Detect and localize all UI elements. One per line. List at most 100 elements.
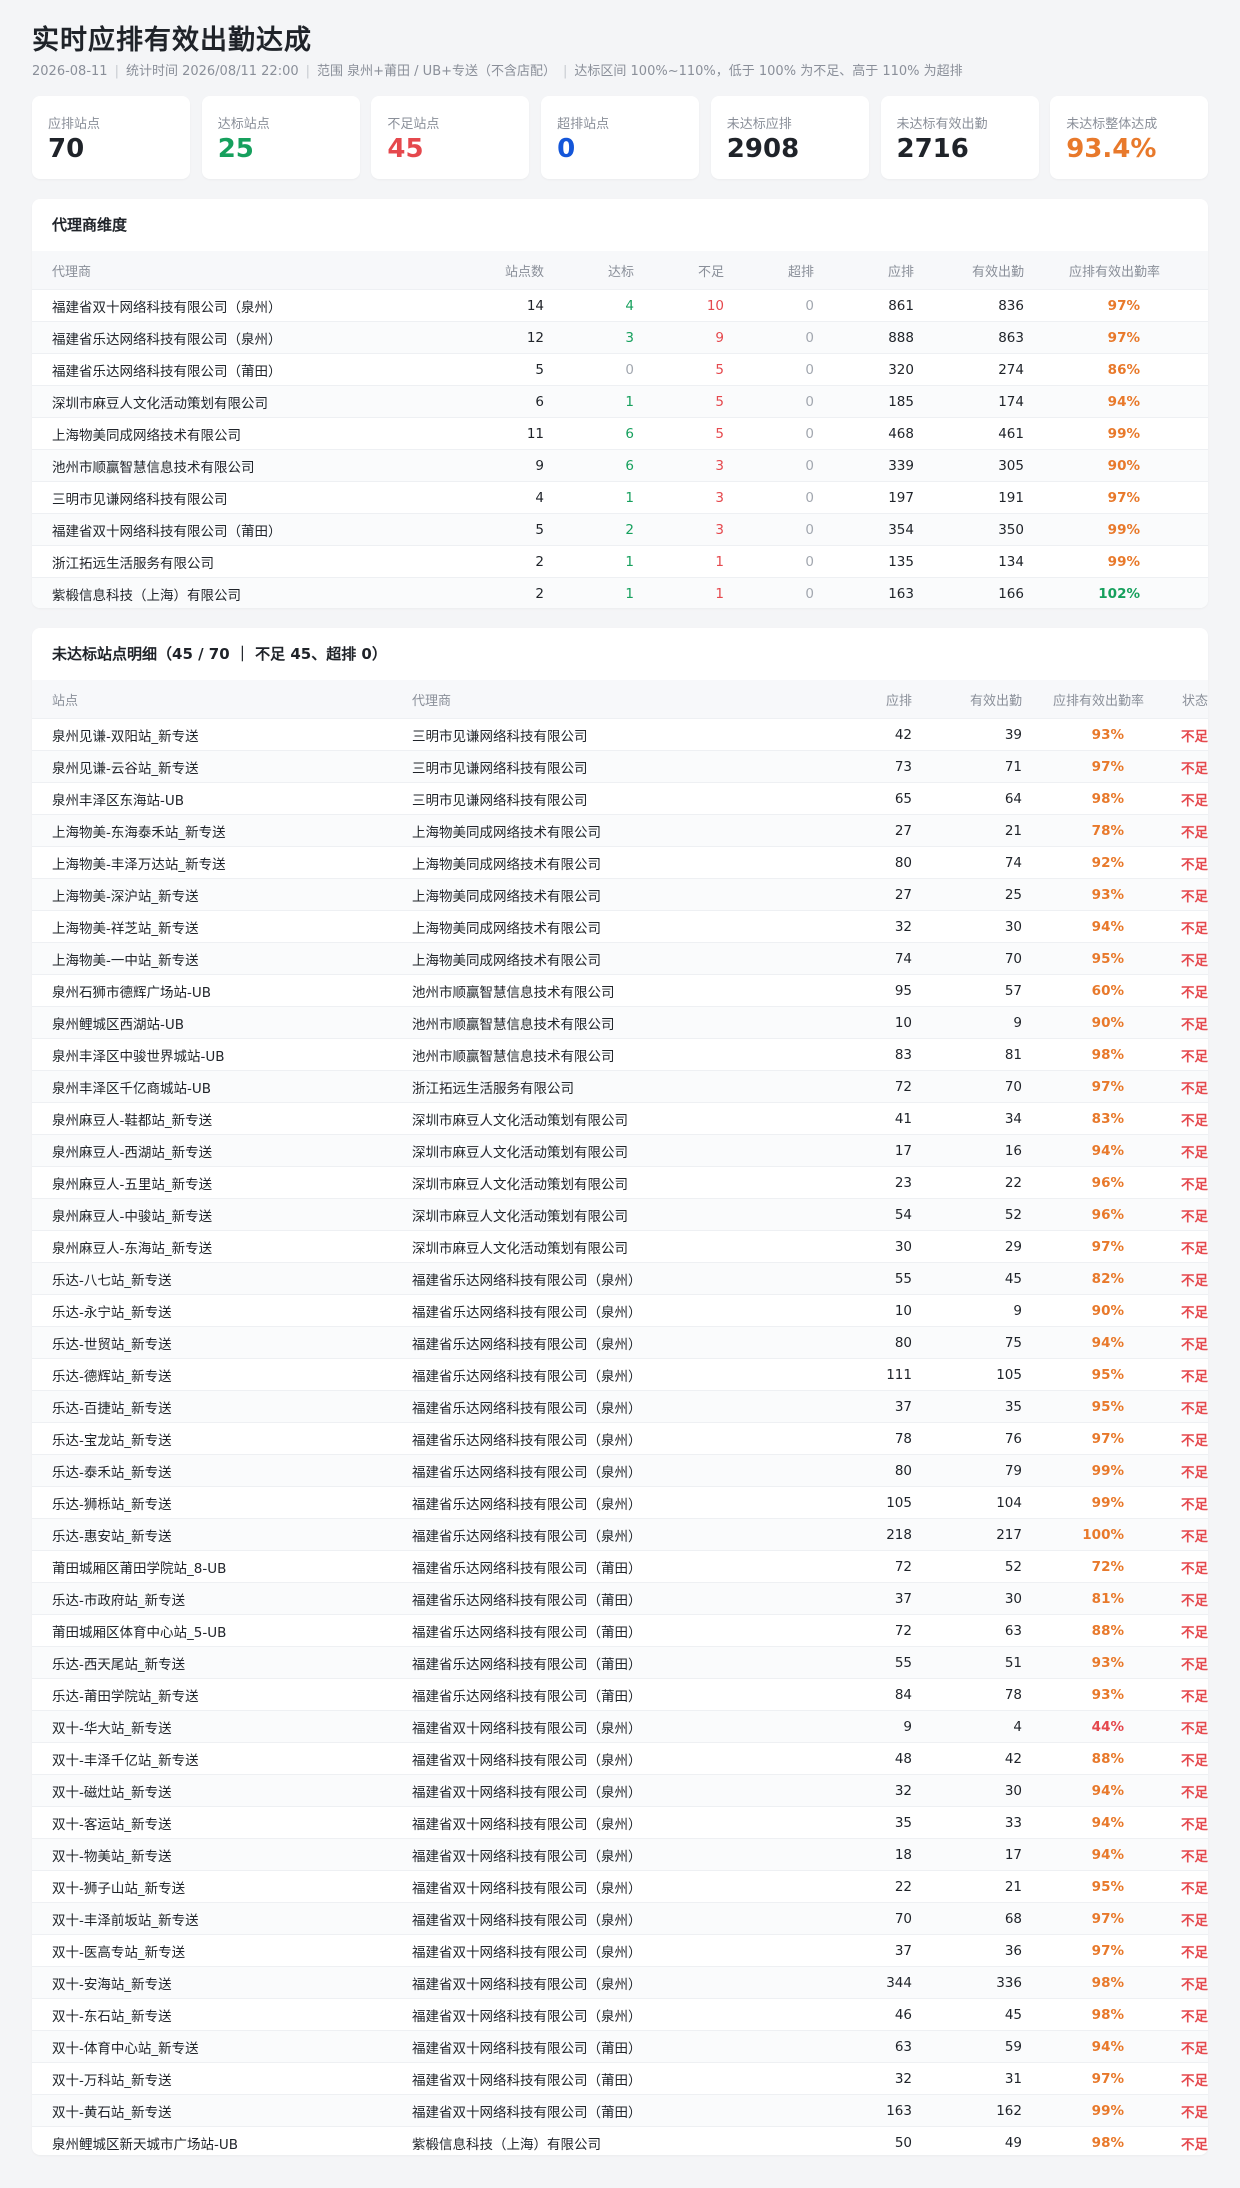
station-cell: 双十-万科站_新专送 (32, 2062, 412, 2095)
station-row: 泉州石狮市德辉广场站-UB 池州市顺赢智慧信息技术有限公司 95 57 60% 不足 (32, 974, 1208, 1007)
agent-cell: 5 (634, 417, 724, 450)
station-cell: 乐达-百捷站_新专送 (32, 1390, 412, 1423)
station-row: 双十-安海站_新专送 福建省双十网络科技有限公司（泉州） 344 336 98% 不足 (32, 1966, 1208, 1999)
station-cell: 97% (1022, 750, 1152, 783)
agent-cell: 9 (432, 449, 544, 482)
station-cell: 福建省乐达网络科技有限公司（莆田） (412, 1678, 792, 1711)
agent-cell: 浙江拓远生活服务有限公司 (32, 545, 432, 578)
agent-cell: 4 (544, 289, 634, 322)
agent-dimension-card: 代理商维度 代理商 站点数 达标 不足 超排 应排 有效出勤 应排有效出勤率 福建省双十网络科… (32, 199, 1208, 608)
status-badge: 不足 (1152, 2094, 1208, 2127)
station-cell: 福建省乐达网络科技有限公司（泉州） (412, 1358, 792, 1391)
status-badge: 不足 (1152, 1550, 1208, 1583)
station-cell: 泉州鲤城区西湖站-UB (32, 1006, 412, 1039)
agent-cell: 2 (432, 577, 544, 608)
column-header: 应排有效出勤率 (1022, 680, 1152, 719)
kpi-value: 70 (48, 134, 85, 164)
agent-cell: 11 (432, 417, 544, 450)
status-badge: 不足 (1152, 782, 1208, 815)
station-cell: 90% (1022, 1294, 1152, 1327)
agent-cell: 池州市顺赢智慧信息技术有限公司 (32, 449, 432, 482)
station-row: 双十-丰泽前坂站_新专送 福建省双十网络科技有限公司（泉州） 70 68 97% 不足 (32, 1902, 1208, 1935)
station-cell: 乐达-德辉站_新专送 (32, 1358, 412, 1391)
station-cell: 福建省双十网络科技有限公司（莆田） (412, 2062, 792, 2095)
station-cell: 上海物美同成网络技术有限公司 (412, 878, 792, 911)
agent-cell: 6 (544, 449, 634, 482)
station-cell: 10 (792, 1006, 912, 1039)
station-cell: 福建省双十网络科技有限公司（泉州） (412, 1806, 792, 1839)
agent-row: 福建省双十网络科技有限公司（泉州） 14 4 10 0 861 836 97% (32, 289, 1208, 322)
agent-cell: 深圳市麻豆人文化活动策划有限公司 (32, 385, 432, 418)
kpi-row: 应排站点 70 达标站点 25 不足站点 45 超排站点 0 未达标应排 2908 未达标有效出勤 2… (32, 96, 1209, 179)
meta-divider: | (114, 64, 119, 79)
station-cell: 35 (792, 1806, 912, 1839)
agent-cell: 1 (544, 545, 634, 578)
station-row: 莆田城厢区莆田学院站_8-UB 福建省乐达网络科技有限公司（莆田） 72 52 72% 不… (32, 1550, 1208, 1583)
status-badge: 不足 (1152, 2126, 1208, 2155)
station-cell: 96% (1022, 1198, 1152, 1231)
station-row: 泉州麻豆人-中骏站_新专送 深圳市麻豆人文化活动策划有限公司 54 52 96% 不足 (32, 1198, 1208, 1231)
page-title: 实时应排有效出勤达成 (32, 25, 312, 56)
station-row: 乐达-莆田学院站_新专送 福建省乐达网络科技有限公司（莆田） 84 78 93% 不足 (32, 1678, 1208, 1711)
status-badge: 不足 (1152, 878, 1208, 911)
agent-cell: 1 (634, 577, 724, 608)
agent-cell: 0 (724, 289, 814, 322)
kpi-label: 未达标有效出勤 (896, 117, 988, 132)
station-cell: 泉州丰泽区千亿商城站-UB (32, 1070, 412, 1103)
agent-cell: 6 (544, 417, 634, 450)
station-row: 泉州麻豆人-西湖站_新专送 深圳市麻豆人文化活动策划有限公司 17 16 94% 不足 (32, 1134, 1208, 1167)
status-badge: 不足 (1152, 1678, 1208, 1711)
column-header: 超排 (724, 251, 814, 290)
station-cell: 98% (1022, 1038, 1152, 1071)
station-cell: 104 (912, 1486, 1022, 1519)
station-cell: 95% (1022, 942, 1152, 975)
station-cell: 福建省乐达网络科技有限公司（泉州） (412, 1326, 792, 1359)
station-cell: 上海物美-一中站_新专送 (32, 942, 412, 975)
status-badge: 不足 (1152, 1582, 1208, 1615)
station-cell: 双十-客运站_新专送 (32, 1806, 412, 1839)
status-badge: 不足 (1152, 1934, 1208, 1967)
agent-cell: 305 (914, 449, 1024, 482)
station-row: 双十-黄石站_新专送 福建省双十网络科技有限公司（莆田） 163 162 99% 不足 (32, 2094, 1208, 2127)
station-cell: 泉州麻豆人-五里站_新专送 (32, 1166, 412, 1199)
agent-cell: 0 (544, 353, 634, 386)
station-cell: 莆田城厢区体育中心站_5-UB (32, 1614, 412, 1647)
status-badge: 不足 (1152, 1422, 1208, 1455)
column-header: 站点数 (432, 251, 544, 290)
kpi-value: 2908 (726, 134, 800, 164)
station-cell: 泉州见谦-双阳站_新专送 (32, 718, 412, 751)
status-badge: 不足 (1152, 1262, 1208, 1295)
station-cell: 45 (912, 1998, 1022, 2031)
station-cell: 乐达-八七站_新专送 (32, 1262, 412, 1295)
station-cell: 37 (792, 1934, 912, 1967)
kpi-card: 应排站点 70 (32, 96, 190, 179)
status-badge: 不足 (1152, 1998, 1208, 2031)
station-cell: 深圳市麻豆人文化活动策划有限公司 (412, 1102, 792, 1135)
station-cell: 97% (1022, 1902, 1152, 1935)
agent-cell: 0 (724, 481, 814, 514)
agent-cell: 0 (724, 385, 814, 418)
station-cell: 双十-黄石站_新专送 (32, 2094, 412, 2127)
station-cell: 98% (1022, 1998, 1152, 2031)
agent-cell: 99% (1024, 513, 1208, 546)
station-cell: 55 (792, 1646, 912, 1679)
status-badge: 不足 (1152, 1166, 1208, 1199)
station-cell: 泉州麻豆人-西湖站_新专送 (32, 1134, 412, 1167)
status-badge: 不足 (1152, 1070, 1208, 1103)
station-row: 上海物美-祥芝站_新专送 上海物美同成网络技术有限公司 32 30 94% 不足 (32, 910, 1208, 943)
agent-cell: 888 (814, 321, 914, 354)
station-cell: 福建省乐达网络科技有限公司（泉州） (412, 1422, 792, 1455)
agent-cell: 0 (724, 513, 814, 546)
station-cell: 65 (792, 782, 912, 815)
kpi-value: 93.4% (1066, 134, 1157, 164)
station-cell: 79 (912, 1454, 1022, 1487)
agent-cell: 468 (814, 417, 914, 450)
station-cell: 94% (1022, 1326, 1152, 1359)
station-cell: 浙江拓远生活服务有限公司 (412, 1070, 792, 1103)
kpi-label: 未达标应排 (726, 117, 792, 132)
station-cell: 336 (912, 1966, 1022, 1999)
station-cell: 福建省乐达网络科技有限公司（莆田） (412, 1550, 792, 1583)
station-cell: 池州市顺赢智慧信息技术有限公司 (412, 974, 792, 1007)
station-cell: 93% (1022, 718, 1152, 751)
meta-divider: | (305, 64, 311, 79)
